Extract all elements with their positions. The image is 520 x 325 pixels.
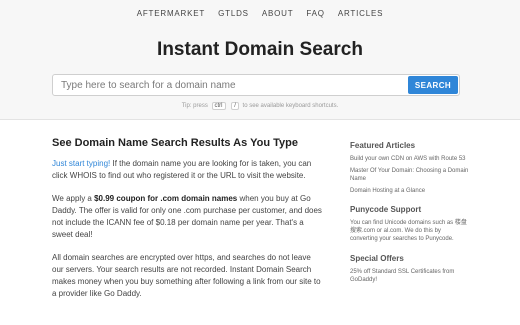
coupon-highlight: $0.99 coupon for .com domain names (94, 194, 238, 203)
punycode-text: You can find Unicode domains such as 楼盘搜… (350, 220, 467, 242)
punycode-section: Punycode Support You can find Unicode do… (350, 205, 470, 243)
coupon-paragraph: We apply a $0.99 coupon for .com domain … (52, 193, 322, 241)
keyboard-tip: Tip: press ctrl / to see available keybo… (0, 102, 520, 110)
tip-suffix: to see available keyboard shortcuts. (242, 103, 339, 109)
featured-articles: Featured Articles Build your own CDN on … (350, 141, 470, 195)
featured-articles-title: Featured Articles (350, 141, 416, 150)
nav-aftermarket[interactable]: AFTERMARKET (137, 9, 205, 18)
page-title: Instant Domain Search (157, 39, 363, 60)
special-offers-text[interactable]: 25% off Standard SSL Certificates from G… (350, 268, 470, 284)
search-input[interactable] (53, 75, 411, 95)
slash-key: / (231, 102, 239, 110)
ctrl-key: ctrl (211, 102, 226, 110)
main-heading: See Domain Name Search Results As You Ty… (52, 137, 298, 149)
punycode-title: Punycode Support (350, 205, 422, 214)
tip-prefix: Tip: press (181, 103, 208, 109)
intro-paragraph: Just start typing! If the domain name yo… (52, 158, 322, 182)
coupon-text-a: We apply a (52, 194, 95, 203)
privacy-paragraph: All domain searches are encrypted over h… (52, 253, 321, 298)
nav-faq[interactable]: FAQ (306, 9, 324, 18)
article-link[interactable]: Domain Hosting at a Glance (350, 187, 470, 195)
special-offers-title: Special Offers (350, 254, 404, 263)
nav-about[interactable]: ABOUT (262, 9, 294, 18)
special-offers: Special Offers 25% off Standard SSL Cert… (350, 254, 470, 284)
search-bar: SEARCH (52, 74, 460, 96)
start-typing-link[interactable]: Just start typing! (52, 159, 110, 168)
main-content: See Domain Name Search Results As You Ty… (52, 137, 322, 311)
header-section: AFTERMARKET GTLDS ABOUT FAQ ARTICLES Ins… (0, 0, 520, 120)
nav-gtlds[interactable]: GTLDS (218, 9, 249, 18)
top-nav: AFTERMARKET GTLDS ABOUT FAQ ARTICLES (0, 9, 520, 18)
search-button[interactable]: SEARCH (408, 76, 458, 94)
nav-articles[interactable]: ARTICLES (338, 9, 383, 18)
sidebar: Featured Articles Build your own CDN on … (350, 141, 470, 295)
article-link[interactable]: Build your own CDN on AWS with Route 53 (350, 155, 470, 163)
article-link[interactable]: Master Of Your Domain: Choosing a Domain… (350, 167, 470, 183)
